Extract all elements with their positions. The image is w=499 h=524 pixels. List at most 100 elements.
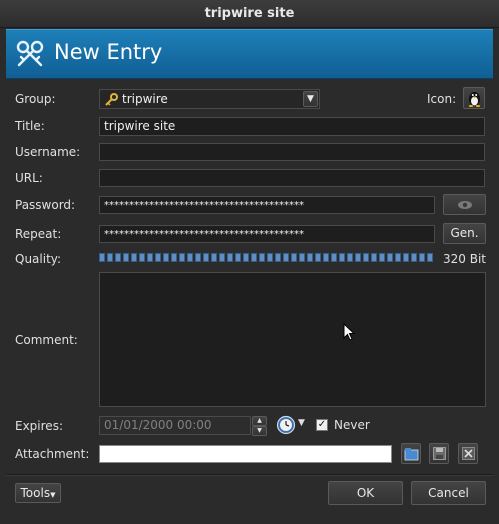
floppy-icon xyxy=(433,447,446,460)
generate-password-button[interactable]: Gen. xyxy=(443,223,486,244)
quality-segment xyxy=(163,253,169,262)
window-titlebar: tripwire site xyxy=(0,0,499,28)
repeat-label: Repeat: xyxy=(15,227,62,241)
expires-preset-chevron-icon[interactable]: ▼ xyxy=(298,418,305,428)
banner-title: New Entry xyxy=(54,40,163,64)
url-label: URL: xyxy=(15,171,43,185)
delete-icon xyxy=(462,447,475,460)
quality-segment xyxy=(131,253,137,262)
quality-segment xyxy=(99,253,105,262)
never-checkbox[interactable]: ✓ xyxy=(316,419,328,431)
quality-segment xyxy=(419,253,425,262)
quality-segment xyxy=(291,253,297,262)
chevron-down-icon[interactable]: ▼ xyxy=(303,91,318,107)
quality-segment xyxy=(123,253,129,262)
quality-segment xyxy=(315,253,321,262)
mouse-cursor-icon xyxy=(343,323,355,341)
quality-segment xyxy=(339,253,345,262)
title-label: Title: xyxy=(15,119,45,133)
quality-segment xyxy=(235,253,241,262)
username-field[interactable] xyxy=(99,143,485,161)
quality-segment xyxy=(195,253,201,262)
group-value: tripwire xyxy=(122,92,168,106)
comment-textarea[interactable] xyxy=(99,272,486,407)
quality-segment xyxy=(267,253,273,262)
quality-value: 320 Bit xyxy=(443,252,486,266)
quality-segment xyxy=(147,253,153,262)
cancel-button[interactable]: Cancel xyxy=(411,481,486,505)
quality-segment xyxy=(355,253,361,262)
repeat-value: **************************************** xyxy=(104,229,304,240)
open-folder-icon xyxy=(404,448,419,461)
attachment-label: Attachment: xyxy=(15,447,90,461)
quality-segment xyxy=(243,253,249,262)
tools-chevron-icon: ▼ xyxy=(50,491,56,499)
expires-value: 01/01/2000 00:00 xyxy=(104,418,212,432)
expires-up-icon[interactable]: ▲ xyxy=(252,416,267,426)
attachment-field[interactable] xyxy=(99,445,392,463)
title-field[interactable]: tripwire site xyxy=(99,117,485,136)
expires-label: Expires: xyxy=(15,419,63,433)
quality-segment xyxy=(347,253,353,262)
group-label: Group: xyxy=(15,92,56,106)
expires-down-icon[interactable]: ▼ xyxy=(252,426,267,436)
quality-segment xyxy=(115,253,121,262)
quality-bar xyxy=(99,253,434,264)
password-value: **************************************** xyxy=(104,200,304,211)
quality-segment xyxy=(203,253,209,262)
eye-icon xyxy=(458,201,472,209)
quality-segment xyxy=(411,253,417,262)
quality-segment xyxy=(363,253,369,262)
quality-segment xyxy=(283,253,289,262)
repeat-field[interactable]: **************************************** xyxy=(99,225,435,243)
save-attachment-button[interactable] xyxy=(429,443,449,464)
password-field[interactable]: **************************************** xyxy=(99,196,435,214)
quality-segment xyxy=(299,253,305,262)
attach-file-button[interactable] xyxy=(401,443,421,464)
quality-segment xyxy=(379,253,385,262)
group-select[interactable]: tripwire ▼ xyxy=(99,89,320,109)
username-label: Username: xyxy=(15,145,81,159)
quality-segment xyxy=(139,253,145,262)
quality-segment xyxy=(323,253,329,262)
quality-segment xyxy=(427,253,433,262)
footer-divider xyxy=(6,474,493,476)
quality-segment xyxy=(307,253,313,262)
password-label: Password: xyxy=(15,198,76,212)
never-label: Never xyxy=(334,418,370,432)
tools-label: Tools xyxy=(20,486,51,500)
tools-button[interactable]: Tools▼ xyxy=(15,483,61,503)
quality-segment xyxy=(211,253,217,262)
quality-segment xyxy=(403,253,409,262)
entry-icon-button[interactable] xyxy=(463,87,485,109)
quality-segment xyxy=(227,253,233,262)
title-value: tripwire site xyxy=(104,119,176,133)
quality-segment xyxy=(107,253,113,262)
quality-segment xyxy=(371,253,377,262)
quality-segment xyxy=(387,253,393,262)
url-field[interactable] xyxy=(99,169,485,187)
toggle-password-button[interactable] xyxy=(443,194,486,215)
window-title: tripwire site xyxy=(204,6,295,21)
quality-segment xyxy=(395,253,401,262)
quality-segment xyxy=(331,253,337,262)
expires-preset-button[interactable] xyxy=(276,415,298,437)
quality-segment xyxy=(219,253,225,262)
quality-segment xyxy=(155,253,161,262)
ok-button[interactable]: OK xyxy=(328,481,403,505)
expires-datetime-field[interactable]: 01/01/2000 00:00 xyxy=(99,416,251,435)
comment-label: Comment: xyxy=(15,333,78,347)
delete-attachment-button[interactable] xyxy=(458,443,478,464)
quality-segment xyxy=(171,253,177,262)
quality-segment xyxy=(179,253,185,262)
quality-segment xyxy=(251,253,257,262)
key-icon xyxy=(105,93,118,106)
clock-icon xyxy=(276,415,296,435)
tux-icon xyxy=(468,92,481,107)
header-banner: New Entry xyxy=(6,29,493,79)
quality-segment xyxy=(187,253,193,262)
keys-icon xyxy=(16,40,44,67)
icon-label: Icon: xyxy=(427,92,457,106)
quality-segment xyxy=(259,253,265,262)
quality-label: Quality: xyxy=(15,252,62,266)
